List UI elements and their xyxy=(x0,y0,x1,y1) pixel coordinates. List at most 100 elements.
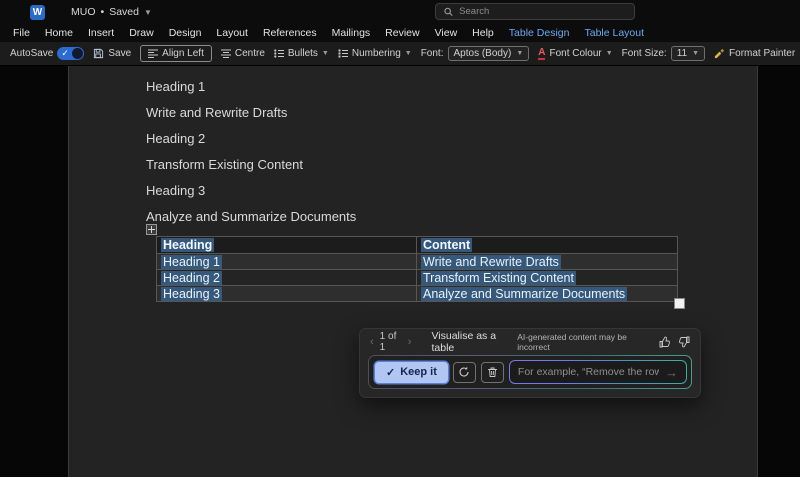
keep-it-button[interactable]: ✓ Keep it xyxy=(375,362,448,383)
paragraph[interactable]: Heading 1 xyxy=(146,80,757,93)
menu-item[interactable]: Mailings xyxy=(332,27,371,39)
document-name: MUO xyxy=(71,6,96,18)
table-cell[interactable]: Analyze and Summarize Documents xyxy=(417,286,678,302)
word-app-window: W MUO • Saved ▼ File Home Insert Draw De… xyxy=(0,0,800,477)
ribbon-toolbar: AutoSave ✓ Save Align Left Centre xyxy=(0,42,800,66)
format-painter-icon xyxy=(714,48,725,59)
document-table-container: Heading Content Heading 1 Write and Rewr… xyxy=(156,236,678,302)
document-title[interactable]: MUO • Saved ▼ xyxy=(71,6,152,18)
menu-item[interactable]: View xyxy=(435,27,458,39)
check-icon: ✓ xyxy=(386,366,395,379)
trash-icon xyxy=(487,366,498,378)
menu-item[interactable]: Layout xyxy=(216,27,248,39)
menu-item[interactable]: Help xyxy=(472,27,494,39)
paragraph[interactable]: Analyze and Summarize Documents xyxy=(146,210,757,223)
document-body: Heading 1 Write and Rewrite Drafts Headi… xyxy=(69,66,757,223)
font-colour-icon: A xyxy=(538,48,545,60)
chevron-down-icon[interactable]: ▼ xyxy=(405,50,412,57)
format-painter-button[interactable]: Format Painter xyxy=(714,48,795,59)
table-resize-handle[interactable] xyxy=(674,298,685,309)
paragraph[interactable]: Transform Existing Content xyxy=(146,158,757,171)
font-size-control: Font Size: 11 ▼ xyxy=(622,46,705,61)
chevron-down-icon: ▼ xyxy=(516,50,523,57)
feedback-buttons xyxy=(659,336,690,348)
keep-it-label: Keep it xyxy=(400,366,437,378)
menu-item[interactable]: References xyxy=(263,27,317,39)
copilot-prompt-input[interactable] xyxy=(518,366,659,378)
font-colour-button[interactable]: A Font Colour ▼ xyxy=(538,48,612,60)
copilot-command-bar: ✓ Keep it xyxy=(368,355,692,389)
table-header-cell[interactable]: Content xyxy=(417,237,678,254)
menu-bar: File Home Insert Draw Design Layout Refe… xyxy=(0,24,800,42)
search-box[interactable] xyxy=(435,3,635,20)
menu-item[interactable]: Table Design xyxy=(509,27,570,39)
table-row[interactable]: Heading 2 Transform Existing Content xyxy=(157,270,678,286)
regenerate-button[interactable] xyxy=(453,362,476,383)
font-control: Font: Aptos (Body) ▼ xyxy=(421,46,530,61)
title-bar: W MUO • Saved ▼ xyxy=(0,0,800,24)
copilot-action-label: Visualise as a table xyxy=(431,330,511,354)
chevron-down-icon[interactable]: ▼ xyxy=(606,50,613,57)
numbering-button[interactable]: Numbering ▼ xyxy=(338,48,412,59)
send-arrow-icon[interactable]: → xyxy=(665,365,678,380)
font-label: Font: xyxy=(421,48,444,59)
thumbs-down-icon[interactable] xyxy=(678,336,690,348)
document-page[interactable]: Heading 1 Write and Rewrite Drafts Headi… xyxy=(68,66,758,477)
table-cell[interactable]: Transform Existing Content xyxy=(417,270,678,286)
prev-suggestion-icon[interactable]: ‹ xyxy=(370,336,374,348)
ai-disclaimer: AI-generated content may be incorrect xyxy=(517,332,645,352)
align-left-label: Align Left xyxy=(162,48,204,59)
delete-button[interactable] xyxy=(481,362,504,383)
document-canvas: Heading 1 Write and Rewrite Drafts Headi… xyxy=(0,66,800,477)
table-row[interactable]: Heading 1 Write and Rewrite Drafts xyxy=(157,254,678,270)
align-left-button[interactable]: Align Left xyxy=(140,45,212,62)
format-painter-label: Format Painter xyxy=(729,48,795,59)
next-suggestion-icon[interactable]: › xyxy=(408,336,412,348)
thumbs-up-icon[interactable] xyxy=(659,336,671,348)
menu-item[interactable]: File xyxy=(13,27,30,39)
font-colour-label: Font Colour xyxy=(549,48,601,59)
menu-item[interactable]: Insert xyxy=(88,27,114,39)
table-cell[interactable]: Heading 2 xyxy=(157,270,417,286)
chevron-down-icon[interactable]: ▼ xyxy=(144,8,152,17)
table-header-row[interactable]: Heading Content xyxy=(157,237,678,254)
copilot-input-container[interactable]: → xyxy=(509,360,687,384)
autosave-control[interactable]: AutoSave ✓ xyxy=(10,47,84,60)
menu-item[interactable]: Table Layout xyxy=(584,27,644,39)
search-input[interactable] xyxy=(459,6,626,17)
table-row[interactable]: Heading 3 Analyze and Summarize Document… xyxy=(157,286,678,302)
table-move-handle-icon[interactable] xyxy=(146,224,157,235)
table-cell[interactable]: Heading 3 xyxy=(157,286,417,302)
copilot-popup: ‹ 1 of 1 › Visualise as a table AI-gener… xyxy=(359,328,701,398)
document-table[interactable]: Heading Content Heading 1 Write and Rewr… xyxy=(156,236,678,302)
font-value: Aptos (Body) xyxy=(454,48,512,59)
save-button[interactable]: Save xyxy=(93,48,131,59)
menu-item[interactable]: Design xyxy=(169,27,202,39)
save-status: Saved xyxy=(109,6,139,18)
autosave-toggle[interactable]: ✓ xyxy=(57,47,84,60)
table-header-cell[interactable]: Heading xyxy=(157,237,417,254)
table-cell[interactable]: Write and Rewrite Drafts xyxy=(417,254,678,270)
paragraph[interactable]: Heading 3 xyxy=(146,184,757,197)
font-size-label: Font Size: xyxy=(622,48,667,59)
autosave-label: AutoSave xyxy=(10,48,53,59)
save-label: Save xyxy=(108,48,131,59)
menu-item[interactable]: Review xyxy=(385,27,419,39)
centre-label: Centre xyxy=(235,48,265,59)
paragraph[interactable]: Write and Rewrite Drafts xyxy=(146,106,757,119)
centre-button[interactable]: Centre xyxy=(221,48,265,59)
align-left-icon xyxy=(148,49,158,58)
title-separator: • xyxy=(101,6,105,18)
chevron-down-icon[interactable]: ▼ xyxy=(322,50,329,57)
save-icon xyxy=(93,48,104,59)
menu-item[interactable]: Home xyxy=(45,27,73,39)
regenerate-icon xyxy=(458,366,470,378)
menu-item[interactable]: Draw xyxy=(129,27,154,39)
font-size-dropdown[interactable]: 11 ▼ xyxy=(671,46,705,61)
bullets-button[interactable]: Bullets ▼ xyxy=(274,48,329,59)
toggle-knob-icon xyxy=(72,48,83,59)
font-dropdown[interactable]: Aptos (Body) ▼ xyxy=(448,46,530,61)
paragraph[interactable]: Heading 2 xyxy=(146,132,757,145)
table-cell[interactable]: Heading 1 xyxy=(157,254,417,270)
word-logo-icon: W xyxy=(30,5,45,20)
